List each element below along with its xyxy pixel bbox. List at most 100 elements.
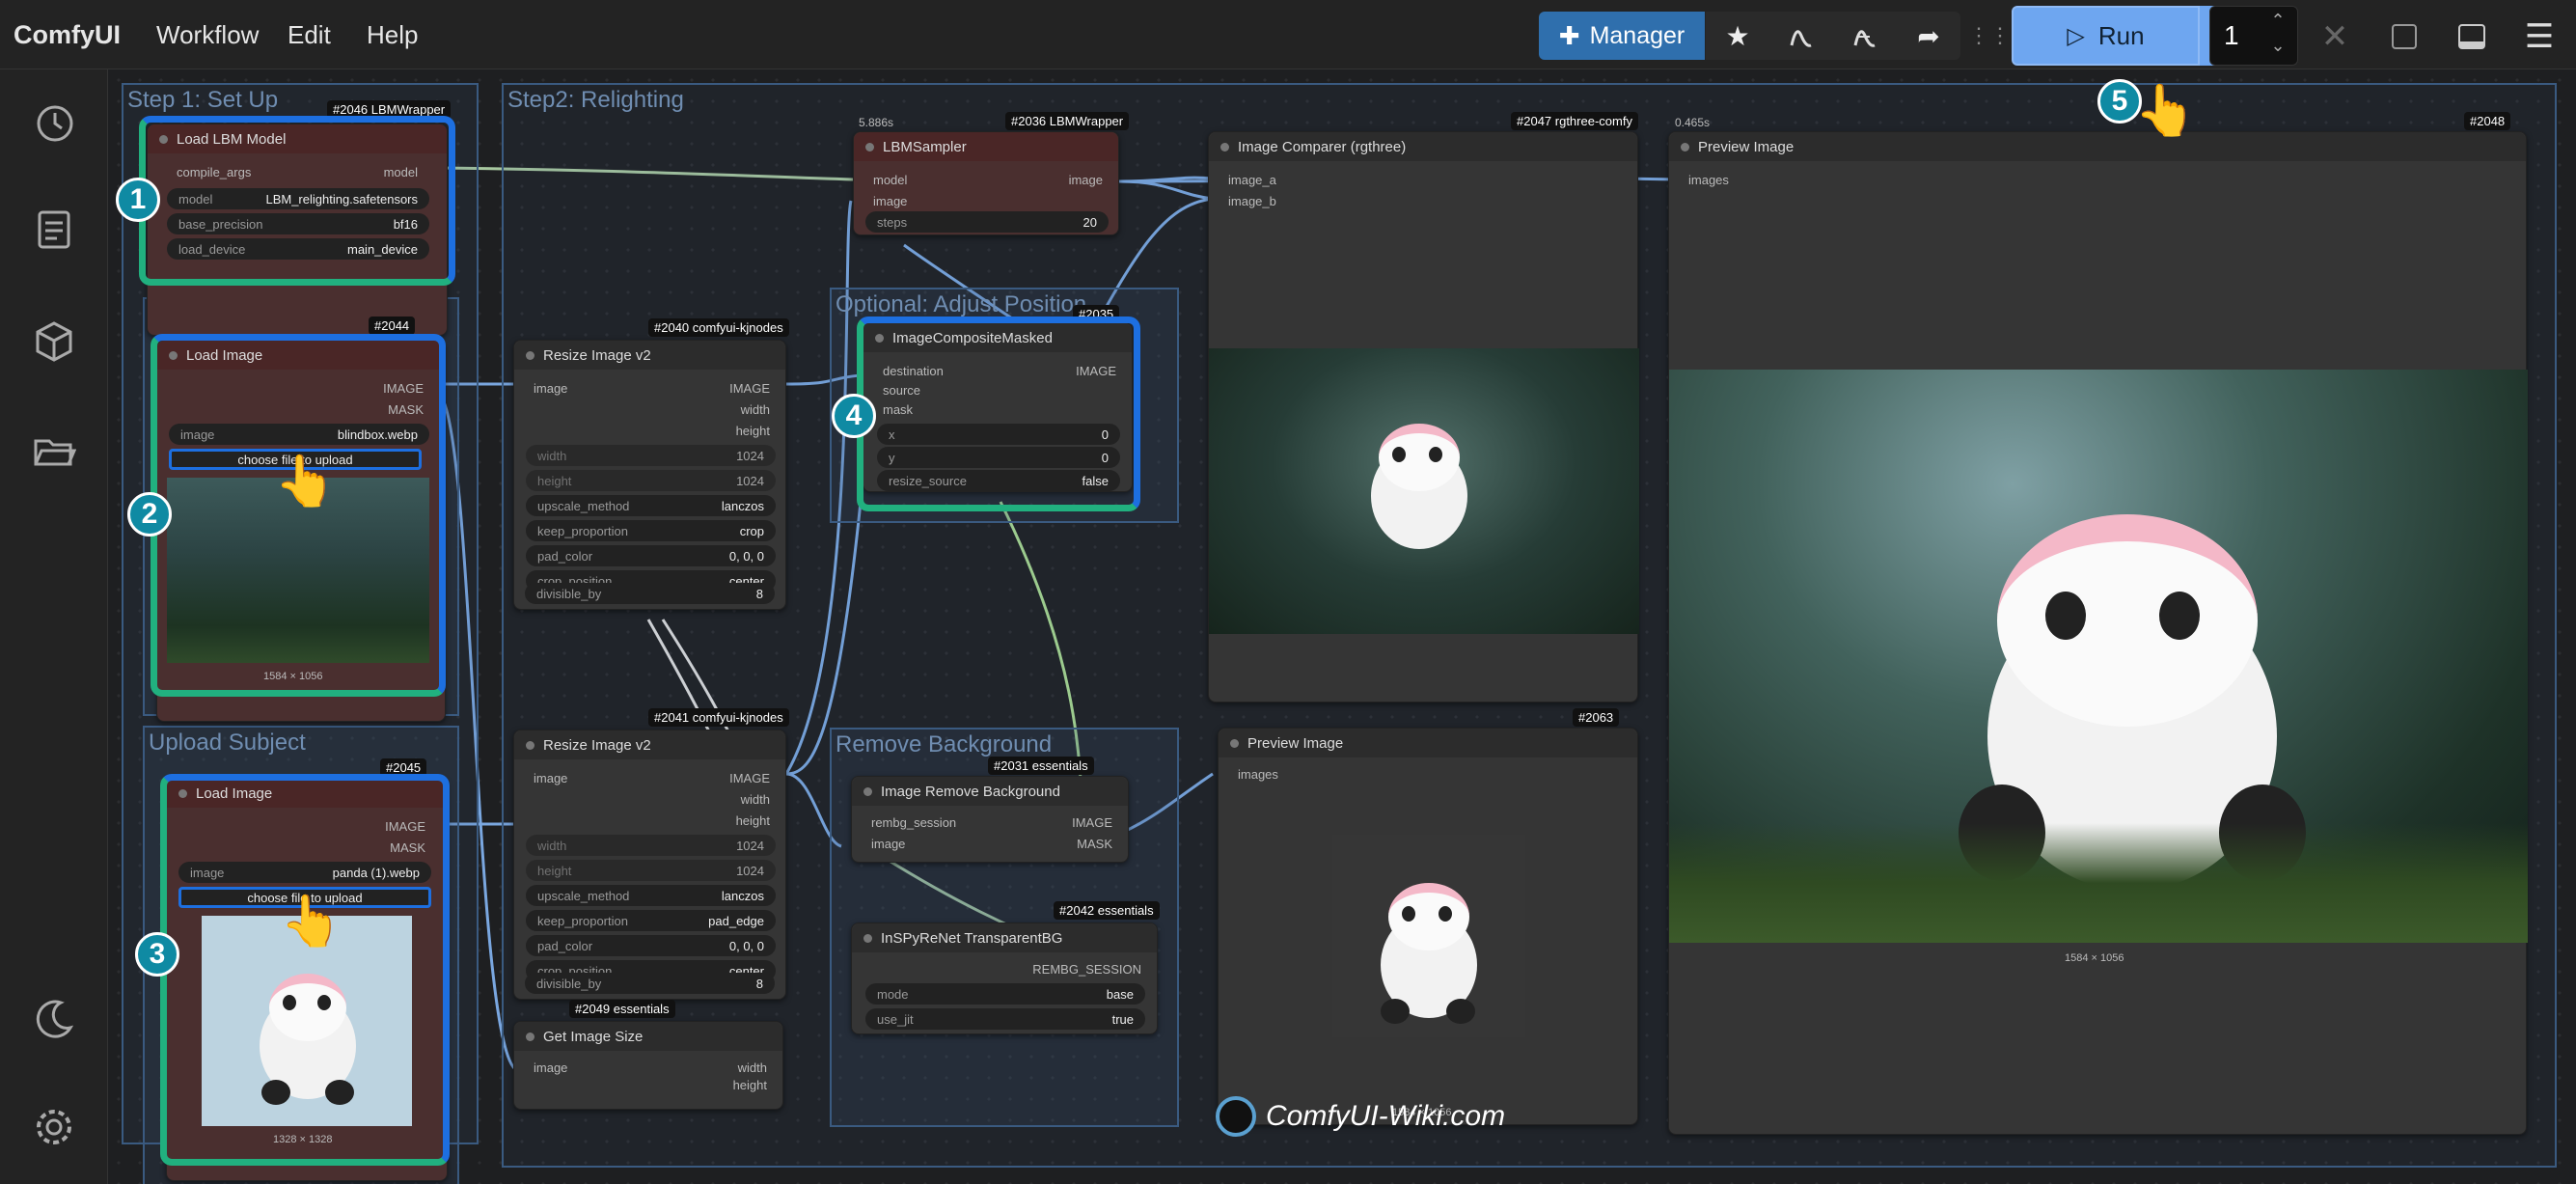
node-resize-image-2[interactable]: Resize Image v2 image IMAGE width height… xyxy=(513,730,786,1000)
input-image[interactable]: image xyxy=(534,381,567,396)
node-load-image-subject[interactable]: Load Image IMAGE MASK image panda (1).web… xyxy=(166,778,448,1181)
output-width[interactable]: width xyxy=(741,402,770,417)
menu-edit[interactable]: Edit xyxy=(288,0,331,69)
input-mask[interactable]: mask xyxy=(883,402,913,417)
theme-toggle-button[interactable] xyxy=(29,994,79,1044)
input-image[interactable]: image xyxy=(534,1060,567,1075)
wave-alt-icon xyxy=(1853,30,1876,47)
input-source[interactable]: source xyxy=(883,383,920,398)
widget-divisible-by[interactable]: divisible_by 8 xyxy=(525,973,775,994)
node-load-lbm-model[interactable]: Load LBM Model compile_args model model L… xyxy=(147,124,448,336)
widget-image[interactable]: image panda (1).webp xyxy=(178,862,431,883)
widget-keep-proportion[interactable]: keep_proportion pad_edge xyxy=(526,910,776,931)
star-button[interactable]: ★ xyxy=(1706,12,1769,60)
widget-x[interactable]: x0 xyxy=(877,424,1120,445)
widget-value: 1024 xyxy=(736,448,764,463)
cancel-button[interactable]: ✕ xyxy=(2316,17,2354,56)
input-destination[interactable]: destination xyxy=(883,364,944,378)
settings-button[interactable] xyxy=(29,1102,79,1152)
manager-button[interactable]: ✚ Manager xyxy=(1539,12,1705,60)
queue-stepper[interactable]: ⌃ ⌄ xyxy=(2265,8,2290,62)
output-mask[interactable]: MASK xyxy=(388,402,424,417)
widget-use-jit[interactable]: use_jit true xyxy=(865,1008,1145,1030)
queue-button[interactable] xyxy=(29,205,79,255)
widget-upscale-method[interactable]: upscale_method lanczos xyxy=(526,885,776,906)
node-inspyrenet[interactable]: InSPyReNet TransparentBG REMBG_SESSION m… xyxy=(851,922,1158,1034)
input-rembg-session[interactable]: rembg_session xyxy=(871,815,956,830)
models-button[interactable] xyxy=(29,317,79,367)
input-image[interactable]: image xyxy=(871,837,905,851)
widget-keep-proportion[interactable]: keep_proportion crop xyxy=(526,520,776,541)
widget-width[interactable]: width 1024 xyxy=(526,835,776,856)
output-height[interactable]: height xyxy=(736,813,770,828)
widget-pad-color[interactable]: pad_color 0, 0, 0 xyxy=(526,935,776,956)
widget-image[interactable]: image blindbox.webp xyxy=(169,424,429,445)
output-rembg-session[interactable]: REMBG_SESSION xyxy=(1032,962,1141,977)
widget-base-precision[interactable]: base_precision bf16 xyxy=(167,213,429,234)
output-height[interactable]: height xyxy=(736,424,770,438)
widget-mode[interactable]: mode base xyxy=(865,983,1145,1005)
preview-image-small[interactable] xyxy=(1332,835,1525,1037)
output-width[interactable]: width xyxy=(738,1060,767,1075)
input-images[interactable]: images xyxy=(1688,173,1729,187)
widget-divisible-by[interactable]: divisible_by 8 xyxy=(525,583,775,604)
node-preview-image-small[interactable]: Preview Image images 1584 × 1056 xyxy=(1218,728,1638,1125)
node-resize-image-1[interactable]: Resize Image v2 image IMAGE width height… xyxy=(513,340,786,610)
output-image[interactable]: IMAGE xyxy=(1076,364,1116,378)
input-image[interactable]: image xyxy=(873,194,907,208)
share-button[interactable]: ➦ xyxy=(1897,12,1960,60)
output-image[interactable]: IMAGE xyxy=(383,381,424,396)
output-width[interactable]: width xyxy=(741,792,770,807)
widget-upscale-method[interactable]: upscale_method lanczos xyxy=(526,495,776,516)
output-height[interactable]: height xyxy=(733,1078,767,1092)
input-compile-args[interactable]: compile_args xyxy=(177,165,251,179)
output-image[interactable]: IMAGE xyxy=(1072,815,1112,830)
preview-image-large[interactable] xyxy=(1669,370,2528,943)
output-mask[interactable]: MASK xyxy=(390,840,425,855)
workflows-button[interactable] xyxy=(29,427,79,477)
model-library-button[interactable] xyxy=(1833,12,1897,60)
input-model[interactable]: model xyxy=(873,173,907,187)
output-image[interactable]: image xyxy=(1069,173,1103,187)
widget-y[interactable]: y0 xyxy=(877,447,1120,468)
node-get-image-size[interactable]: Get Image Size image width height count xyxy=(513,1021,783,1110)
drag-handle-icon[interactable]: ⋮⋮ xyxy=(1968,19,2011,52)
widget-pad-color[interactable]: pad_color 0, 0, 0 xyxy=(526,545,776,566)
widget-width[interactable]: width 1024 xyxy=(526,445,776,466)
node-lbm-sampler[interactable]: LBMSampler model image image steps 20 xyxy=(853,131,1119,235)
widget-steps[interactable]: steps 20 xyxy=(865,211,1109,233)
widget-load-device[interactable]: load_device main_device xyxy=(167,238,429,260)
output-model[interactable]: model xyxy=(384,165,418,179)
node-library-button[interactable] xyxy=(1769,12,1833,60)
menu-help[interactable]: Help xyxy=(367,0,418,69)
step-number-3: 3 xyxy=(135,932,179,977)
workflow-canvas[interactable]: Step 1: Set Up Step2: Relighting Upload … xyxy=(108,69,2576,1184)
history-button[interactable] xyxy=(29,98,79,149)
widget-resize-source[interactable]: resize_source false xyxy=(877,470,1120,491)
toggle-focus-button[interactable] xyxy=(2385,17,2424,56)
node-preview-image-large[interactable]: Preview Image images 1584 × 1056 xyxy=(1668,131,2528,1135)
menu-workflow[interactable]: Workflow xyxy=(156,0,259,69)
node-image-remove-background[interactable]: Image Remove Background rembg_session im… xyxy=(851,776,1129,863)
hamburger-menu-button[interactable]: ☰ xyxy=(2520,17,2559,56)
input-images[interactable]: images xyxy=(1238,767,1278,782)
run-button[interactable]: ▷ Run xyxy=(2012,6,2200,66)
node-image-composite-masked[interactable]: ImageCompositeMasked destination source … xyxy=(863,322,1133,492)
comparer-image[interactable] xyxy=(1209,348,1639,634)
app-logo[interactable]: ComfyUI xyxy=(14,0,121,69)
toggle-panel-button[interactable] xyxy=(2453,17,2491,56)
output-image[interactable]: IMAGE xyxy=(729,381,770,396)
output-image[interactable]: IMAGE xyxy=(385,819,425,834)
node-image-comparer[interactable]: Image Comparer (rgthree) image_a image_b xyxy=(1208,131,1639,702)
widget-height[interactable]: height 1024 xyxy=(526,860,776,881)
output-image[interactable]: IMAGE xyxy=(729,771,770,785)
widget-height[interactable]: height 1024 xyxy=(526,470,776,491)
input-image[interactable]: image xyxy=(534,771,567,785)
input-image-b[interactable]: image_b xyxy=(1228,194,1276,208)
node-load-image-background[interactable]: Load Image IMAGE MASK image blindbox.webp… xyxy=(156,340,446,722)
node-title: Preview Image xyxy=(1219,729,1637,757)
input-image-a[interactable]: image_a xyxy=(1228,173,1276,187)
node-badge: #2047 rgthree-comfy xyxy=(1511,112,1638,130)
output-mask[interactable]: MASK xyxy=(1077,837,1112,851)
widget-model[interactable]: model LBM_relighting.safetensors xyxy=(167,188,429,209)
